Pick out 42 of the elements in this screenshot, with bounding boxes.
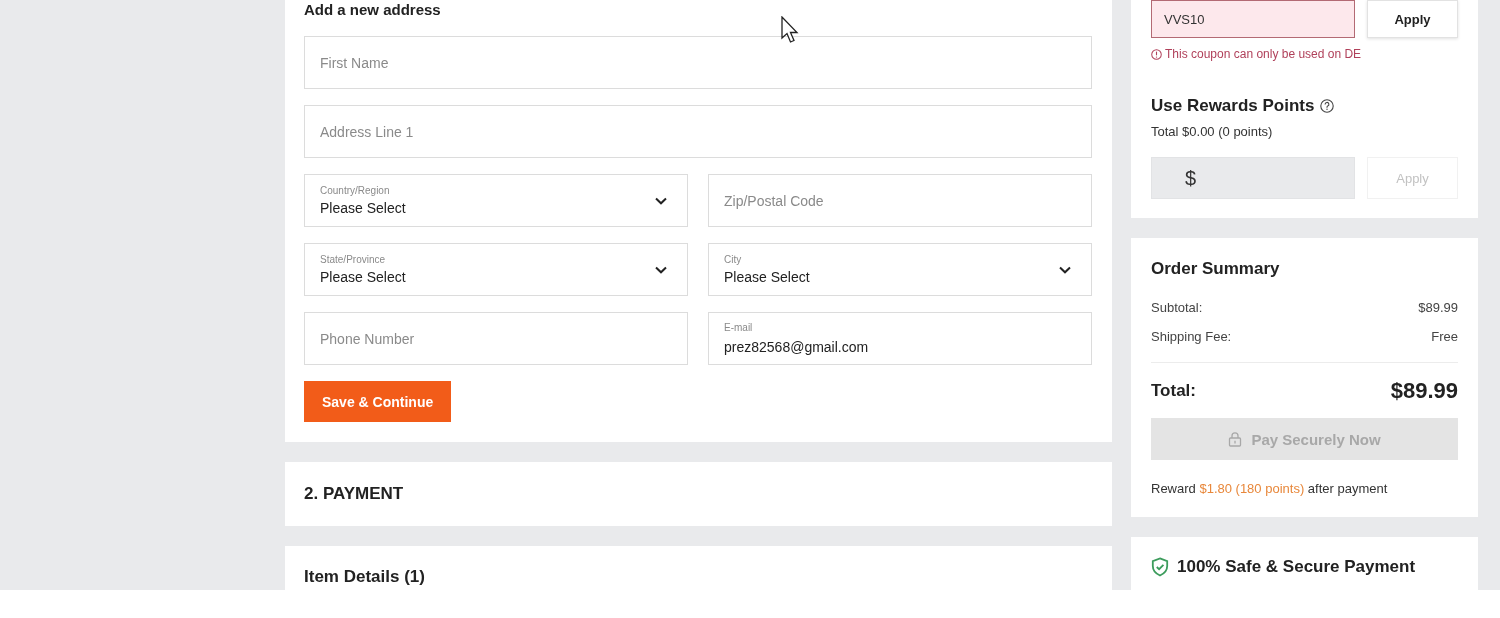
summary-label: Subtotal:: [1151, 299, 1203, 317]
total-value: $89.99: [1390, 377, 1458, 405]
dropdown-field[interactable]: Country/Region Please Select: [304, 174, 688, 227]
apply-button[interactable]: Apply: [1367, 0, 1458, 38]
section-title: Item Details (1): [304, 566, 425, 588]
lock-icon: [1228, 431, 1243, 447]
error-message: This coupon can only be used on DE: [1165, 46, 1362, 62]
total-label: Total:: [1151, 380, 1196, 402]
dropdown-field[interactable]: State/Province Please Select: [304, 243, 688, 296]
security-title: 100% Safe & Secure Payment: [1177, 556, 1416, 578]
alert-icon: [1151, 48, 1162, 60]
section-title: Use Rewards Points: [1151, 95, 1315, 117]
input-field[interactable]: Address Line 1: [304, 105, 1092, 158]
section-card[interactable]: 2. PAYMENT: [285, 462, 1112, 526]
input-field[interactable]: First Name: [304, 36, 1092, 89]
field-label: E-mail: [724, 322, 753, 334]
chevron-down-icon: [655, 265, 667, 274]
input-field[interactable]: Phone Number: [304, 312, 688, 365]
form-title: Add a new address: [304, 0, 442, 20]
selected-value: Please Select: [320, 267, 406, 286]
field-label: State/Province: [320, 253, 387, 266]
input-field[interactable]: Zip/Postal Code: [708, 174, 1092, 227]
input-field[interactable]: [1151, 157, 1355, 199]
selected-value: Please Select: [320, 198, 406, 217]
summary-label: Shipping Fee:: [1151, 328, 1232, 346]
mouse-pointer-icon: [781, 16, 799, 44]
dropdown-field[interactable]: City Please Select: [708, 243, 1092, 296]
summary-value: Free: [1431, 328, 1458, 346]
chevron-down-icon: [655, 196, 667, 205]
input-field[interactable]: VVS10: [1151, 0, 1355, 38]
summary-value: $89.99: [1418, 299, 1458, 317]
selected-value: Please Select: [724, 267, 810, 286]
points-balance: Total $0.00 (0 points): [1151, 124, 1274, 140]
help-icon: [1320, 99, 1335, 113]
shield-check-icon: [1151, 557, 1169, 577]
section-title: 2. PAYMENT: [304, 483, 404, 505]
reward-note: Reward $1.80 (180 points) after payment: [1151, 480, 1389, 498]
field-label: City: [724, 253, 743, 266]
currency-symbol: $: [1185, 166, 1197, 190]
chevron-down-icon: [1059, 265, 1071, 274]
field-label: Country/Region: [320, 184, 391, 197]
section-title: Order Summary: [1151, 258, 1281, 280]
